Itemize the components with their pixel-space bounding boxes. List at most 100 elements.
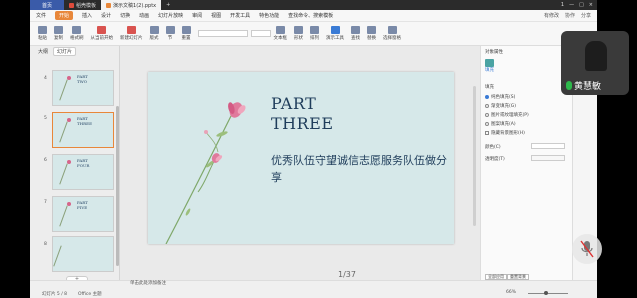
tab-outline[interactable]: 大纲 [38, 48, 48, 55]
option-label: 纯色填充(S) [491, 95, 516, 100]
format-painter-button[interactable]: 格式刷 [70, 26, 84, 41]
tool-label: 版式 [149, 36, 159, 41]
presentation-tools-button[interactable]: 演示工具 [326, 26, 344, 41]
slide-subtitle[interactable]: 优秀队伍守望诚信志愿服务队伍做分享 [271, 152, 447, 186]
canvas-scrollbar[interactable] [473, 86, 476, 226]
play-icon [97, 26, 107, 34]
tab-home[interactable]: 首页 [30, 0, 64, 10]
reset-icon [181, 26, 191, 34]
tool-label: 节 [167, 36, 173, 41]
layout-button[interactable]: 版式 [149, 26, 159, 41]
share-button[interactable]: 分享 [581, 12, 591, 19]
slide[interactable]: PART THREE 优秀队伍守望诚信志愿服务队伍做分享 [148, 72, 454, 244]
fill-tab[interactable]: 填充 [485, 59, 494, 73]
maximize-button[interactable]: □ [579, 2, 584, 8]
menu-start[interactable]: 开始 [55, 11, 74, 20]
props-title: 对象属性 [485, 50, 503, 55]
pane-tabs: 大纲 幻灯片 [30, 46, 119, 57]
menu-transition[interactable]: 切换 [120, 12, 130, 19]
arrange-button[interactable]: 排列 [310, 26, 319, 41]
menu-view[interactable]: 视图 [211, 12, 221, 19]
checkbox-icon [485, 131, 489, 135]
selection-pane-button[interactable]: 选择窗格 [383, 26, 401, 41]
participant-name-tag: 黄慧敏 [566, 79, 601, 92]
slide-thumbnail[interactable] [52, 236, 114, 272]
fill-option-solid[interactable]: 纯色填充(S) [485, 94, 529, 100]
radio-icon [485, 113, 489, 117]
menu-animation[interactable]: 动画 [139, 12, 149, 19]
section-button[interactable]: 节 [165, 26, 175, 41]
transparency-slider[interactable] [531, 155, 565, 161]
copy-button[interactable]: 复制 [54, 26, 63, 41]
replace-button[interactable]: 替换 [367, 26, 376, 41]
command-search[interactable]: 查找命令、搜索模板 [288, 12, 333, 19]
fill-option-gradient[interactable]: 渐变填充(G) [485, 103, 529, 109]
new-slide-button[interactable]: 新建幻灯片 [120, 26, 143, 41]
textbox-icon [275, 26, 285, 34]
find-button[interactable]: 查找 [351, 26, 360, 41]
shapes-button[interactable]: 形状 [294, 26, 303, 41]
collaborate-button[interactable]: 协作 [565, 12, 575, 19]
hide-background-checkbox[interactable]: 隐藏背景图形(H) [485, 130, 529, 136]
flower [67, 160, 71, 164]
font-size-select[interactable] [250, 30, 271, 37]
tool-label: 演示工具 [326, 36, 344, 41]
tool-label: 查找 [351, 36, 360, 41]
menu-slideshow[interactable]: 幻灯片放映 [158, 12, 183, 19]
new-slide-icon [126, 26, 136, 34]
tab-document[interactable]: 演示文稿1(2).pptx [101, 0, 162, 10]
fill-option-pattern[interactable]: 图案填充(A) [485, 121, 529, 127]
zoom-handle[interactable] [544, 291, 548, 295]
tool-label: 文本框 [273, 36, 288, 41]
paste-button[interactable]: 粘贴 [38, 26, 47, 41]
slide-thumbnail[interactable]: PART TWO [52, 70, 114, 106]
theme-name: Office 主题 [78, 292, 102, 297]
slide-number: 6 [44, 158, 47, 163]
tab-templates[interactable]: 稻壳模板 [64, 0, 101, 10]
modified-status[interactable]: 有修改 [544, 12, 559, 19]
badge-count: 1 [560, 2, 565, 8]
font-name-select[interactable] [197, 30, 248, 37]
notes-prompt[interactable]: 单击此处添加备注 [130, 280, 166, 286]
object-properties-pane: 对象属性 填充 填充 纯色填充(S) 渐变填充(G) 图片或纹理填充(P) 图案… [480, 46, 572, 280]
menu-design[interactable]: 设计 [101, 12, 111, 19]
play-from-current-button[interactable]: 从当前开始 [91, 26, 113, 41]
thumbnail-scrollbar[interactable] [116, 106, 119, 266]
slide-title[interactable]: PART THREE [271, 94, 334, 134]
fill-options: 纯色填充(S) 渐变填充(G) 图片或纹理填充(P) 图案填充(A) 隐藏背景图… [485, 94, 529, 139]
option-label: 渐变填充(G) [491, 104, 516, 109]
title-line-1: PART [271, 94, 317, 113]
textbox-button[interactable]: 文本框 [273, 26, 288, 41]
zoom-track[interactable] [528, 293, 568, 294]
close-button[interactable]: × [589, 2, 593, 8]
menu-features[interactable]: 特色功能 [259, 12, 279, 19]
tool-label: 重置 [181, 36, 191, 41]
menu-insert[interactable]: 插入 [82, 12, 92, 19]
slide-thumbnail-selected[interactable]: PART THREE [52, 112, 114, 148]
flower [67, 202, 71, 206]
zoom-level[interactable]: 66% [506, 290, 516, 295]
video-tile[interactable]: 黄慧敏 [561, 31, 629, 95]
mute-button[interactable] [572, 234, 602, 264]
menu-developer[interactable]: 开发工具 [230, 12, 250, 19]
flower-stem [53, 245, 62, 267]
window-controls: 1 — □ × [561, 2, 597, 8]
menu-file[interactable]: 文件 [36, 12, 46, 19]
mic-active-icon [566, 81, 572, 90]
slide-thumbnail[interactable]: PART FOUR [52, 154, 114, 190]
tool-label: 替换 [367, 36, 376, 41]
tab-slides[interactable]: 幻灯片 [53, 47, 77, 56]
menu-review[interactable]: 审阅 [192, 12, 202, 19]
minimize-button[interactable]: — [569, 2, 574, 8]
fill-option-picture[interactable]: 图片或纹理填充(P) [485, 112, 529, 118]
color-picker[interactable] [531, 143, 565, 149]
flower-stem [59, 163, 68, 185]
slide-thumbnail[interactable]: PART FIVE [52, 196, 114, 232]
slide-number: 5 [44, 116, 47, 121]
new-tab-button[interactable]: + [161, 0, 175, 10]
reset-button[interactable]: 重置 [181, 26, 191, 41]
layout-icon [149, 26, 159, 34]
docer-icon [69, 2, 74, 8]
fill-icon [485, 59, 494, 67]
page-indicator: 1/37 [338, 270, 356, 279]
